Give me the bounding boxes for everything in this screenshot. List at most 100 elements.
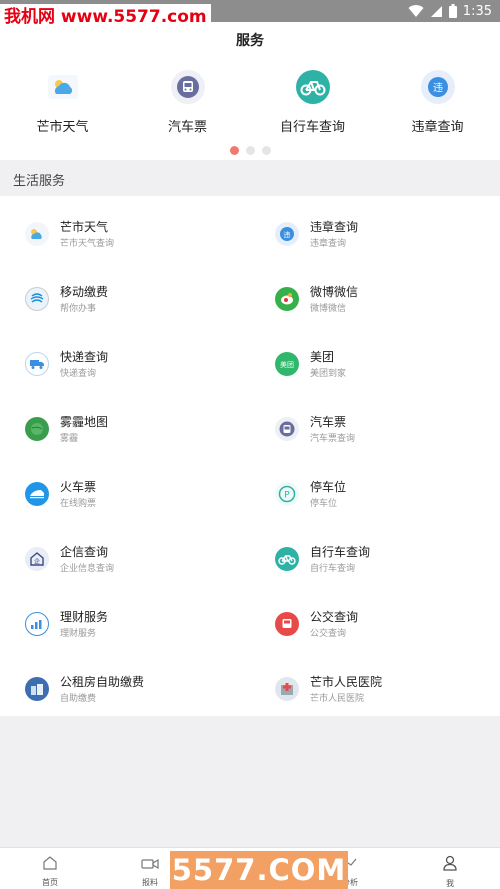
- section-title: 生活服务: [13, 174, 66, 189]
- service-title: 芒市人民医院: [310, 675, 383, 689]
- service-title: 微博微信: [310, 285, 359, 299]
- service-title: 汽车票: [310, 415, 347, 429]
- pager-dot-2[interactable]: [245, 146, 255, 155]
- service-title: 理财服务: [60, 610, 109, 624]
- service-mobile-payment[interactable]: 移动缴费 帮你办事: [0, 261, 250, 326]
- service-subtitle: 自行车查询: [310, 564, 356, 574]
- service-title: 雾霾地图: [60, 415, 109, 429]
- violation-icon: 违: [420, 70, 455, 104]
- weather-icon: [46, 70, 80, 104]
- wifi-icon: [408, 4, 424, 18]
- nav-me-label: 我: [446, 879, 454, 888]
- service-subtitle: 快递查询: [60, 369, 97, 379]
- pager-dot-1[interactable]: [229, 146, 239, 155]
- battery-icon: [448, 4, 457, 18]
- nav-home-label: 首页: [42, 878, 58, 887]
- service-finance[interactable]: 理财服务 理财服务: [0, 586, 250, 651]
- service-smog-map[interactable]: 雾霾地图 雾霾: [0, 391, 250, 456]
- service-title: 公交查询: [310, 610, 359, 624]
- housing-icon: [25, 677, 49, 701]
- service-public-bus[interactable]: 公交查询 公交查询: [250, 586, 500, 651]
- service-weather[interactable]: 芒市天气 芒市天气查询: [0, 196, 250, 261]
- finance-chart-icon: [25, 612, 49, 636]
- quick-violation[interactable]: 违 违章查询: [375, 70, 500, 135]
- service-subtitle: 帮你办事: [60, 304, 97, 314]
- service-meituan[interactable]: 美团 美团 美团到家: [250, 326, 500, 391]
- service-parking[interactable]: P 停车位 停车位: [250, 456, 500, 521]
- pager-dot-3[interactable]: [261, 146, 271, 155]
- service-title: 企信查询: [60, 545, 109, 559]
- service-subtitle: 停车位: [310, 499, 338, 509]
- service-title: 快递查询: [60, 350, 109, 364]
- status-icons: 1:35: [408, 2, 492, 20]
- quick-bicycle-label: 自行车查询: [279, 120, 345, 135]
- service-delivery[interactable]: 快递查询 快递查询: [0, 326, 250, 391]
- parking-icon: P: [275, 482, 299, 506]
- bicycle-icon: [275, 547, 299, 571]
- watermark-logo: 我机网 www.5577.com: [0, 4, 211, 30]
- svg-text:美团: 美团: [280, 360, 294, 369]
- quick-weather[interactable]: 芒市天气: [0, 70, 125, 135]
- china-mobile-icon: [25, 287, 49, 311]
- service-subtitle: 企业信息查询: [60, 564, 115, 574]
- service-bicycle[interactable]: 自行车查询 自行车查询: [250, 521, 500, 586]
- service-subtitle: 雾霾: [60, 434, 79, 444]
- user-icon: [442, 855, 458, 875]
- service-subtitle: 美团到家: [310, 369, 347, 379]
- train-icon: [25, 482, 49, 506]
- violation-icon: 违: [275, 222, 299, 246]
- nav-me[interactable]: 我: [400, 848, 500, 889]
- service-title: 公租房自助缴费: [60, 675, 145, 689]
- home-icon: [42, 855, 58, 874]
- service-subtitle: 微博微信: [310, 304, 347, 314]
- service-subtitle: 自助缴费: [60, 694, 97, 704]
- enterprise-icon: 企: [25, 547, 49, 571]
- service-enterprise[interactable]: 企 企信查询 企业信息查询: [0, 521, 250, 586]
- svg-text:P: P: [284, 491, 290, 501]
- delivery-truck-icon: [25, 352, 49, 376]
- service-subtitle: 芒市人民医院: [310, 694, 365, 704]
- hospital-icon: [275, 677, 299, 701]
- public-bus-icon: [275, 612, 299, 636]
- service-hospital[interactable]: 芒市人民医院 芒市人民医院: [250, 651, 500, 716]
- service-title: 移动缴费: [60, 285, 109, 299]
- bus-icon: [170, 70, 205, 104]
- svg-text:违: 违: [433, 82, 443, 94]
- quick-bicycle[interactable]: 自行车查询: [250, 70, 375, 135]
- quick-bus-label: 汽车票: [167, 120, 207, 135]
- nav-report-label: 报料: [142, 878, 158, 887]
- service-train-ticket[interactable]: 火车票 在线购票: [0, 456, 250, 521]
- quick-weather-label: 芒市天气: [36, 120, 89, 135]
- svg-text:企: 企: [34, 558, 40, 566]
- nav-home[interactable]: 首页: [0, 848, 100, 889]
- weibo-icon: [275, 287, 299, 311]
- service-title: 违章查询: [310, 220, 359, 234]
- meituan-icon: 美团: [275, 352, 299, 376]
- life-services-panel: 芒市天气 芒市天气查询 违 违章查询 违章查询 移动缴费 帮你办事 微博微信 微…: [0, 196, 500, 716]
- quick-violation-label: 违章查询: [411, 120, 464, 135]
- quick-services-row: 芒市天气 汽车票 自行车查询 违 违章查询: [0, 70, 500, 135]
- service-subtitle: 汽车票查询: [310, 434, 356, 444]
- weather-icon: [25, 222, 49, 246]
- service-title: 火车票: [60, 480, 97, 494]
- service-bus-ticket[interactable]: 汽车票 汽车票查询: [250, 391, 500, 456]
- smog-map-icon: [25, 417, 49, 441]
- service-title: 芒市天气: [60, 220, 109, 234]
- bus-icon: [275, 417, 299, 441]
- service-subtitle: 违章查询: [310, 239, 347, 249]
- service-subtitle: 在线购票: [60, 499, 97, 509]
- video-camera-icon: [141, 855, 159, 874]
- service-housing-payment[interactable]: 公租房自助缴费 自助缴费: [0, 651, 250, 716]
- page-title: 服务: [236, 33, 264, 49]
- service-title: 自行车查询: [310, 545, 371, 559]
- quick-bus-ticket[interactable]: 汽车票: [125, 70, 250, 135]
- service-subtitle: 芒市天气查询: [60, 239, 115, 249]
- svg-text:违: 违: [284, 231, 291, 239]
- service-title: 美团: [310, 350, 335, 364]
- service-violation[interactable]: 违 违章查询 违章查询: [250, 196, 500, 261]
- bicycle-icon: [295, 70, 330, 104]
- watermark-logo-bottom: 5577.COM: [170, 851, 348, 889]
- status-time: 1:35: [462, 3, 492, 19]
- quick-services-panel: 服务 芒市天气 汽车票 自行车查询 违 违章查询: [0, 22, 500, 160]
- service-weibo-wechat[interactable]: 微博微信 微博微信: [250, 261, 500, 326]
